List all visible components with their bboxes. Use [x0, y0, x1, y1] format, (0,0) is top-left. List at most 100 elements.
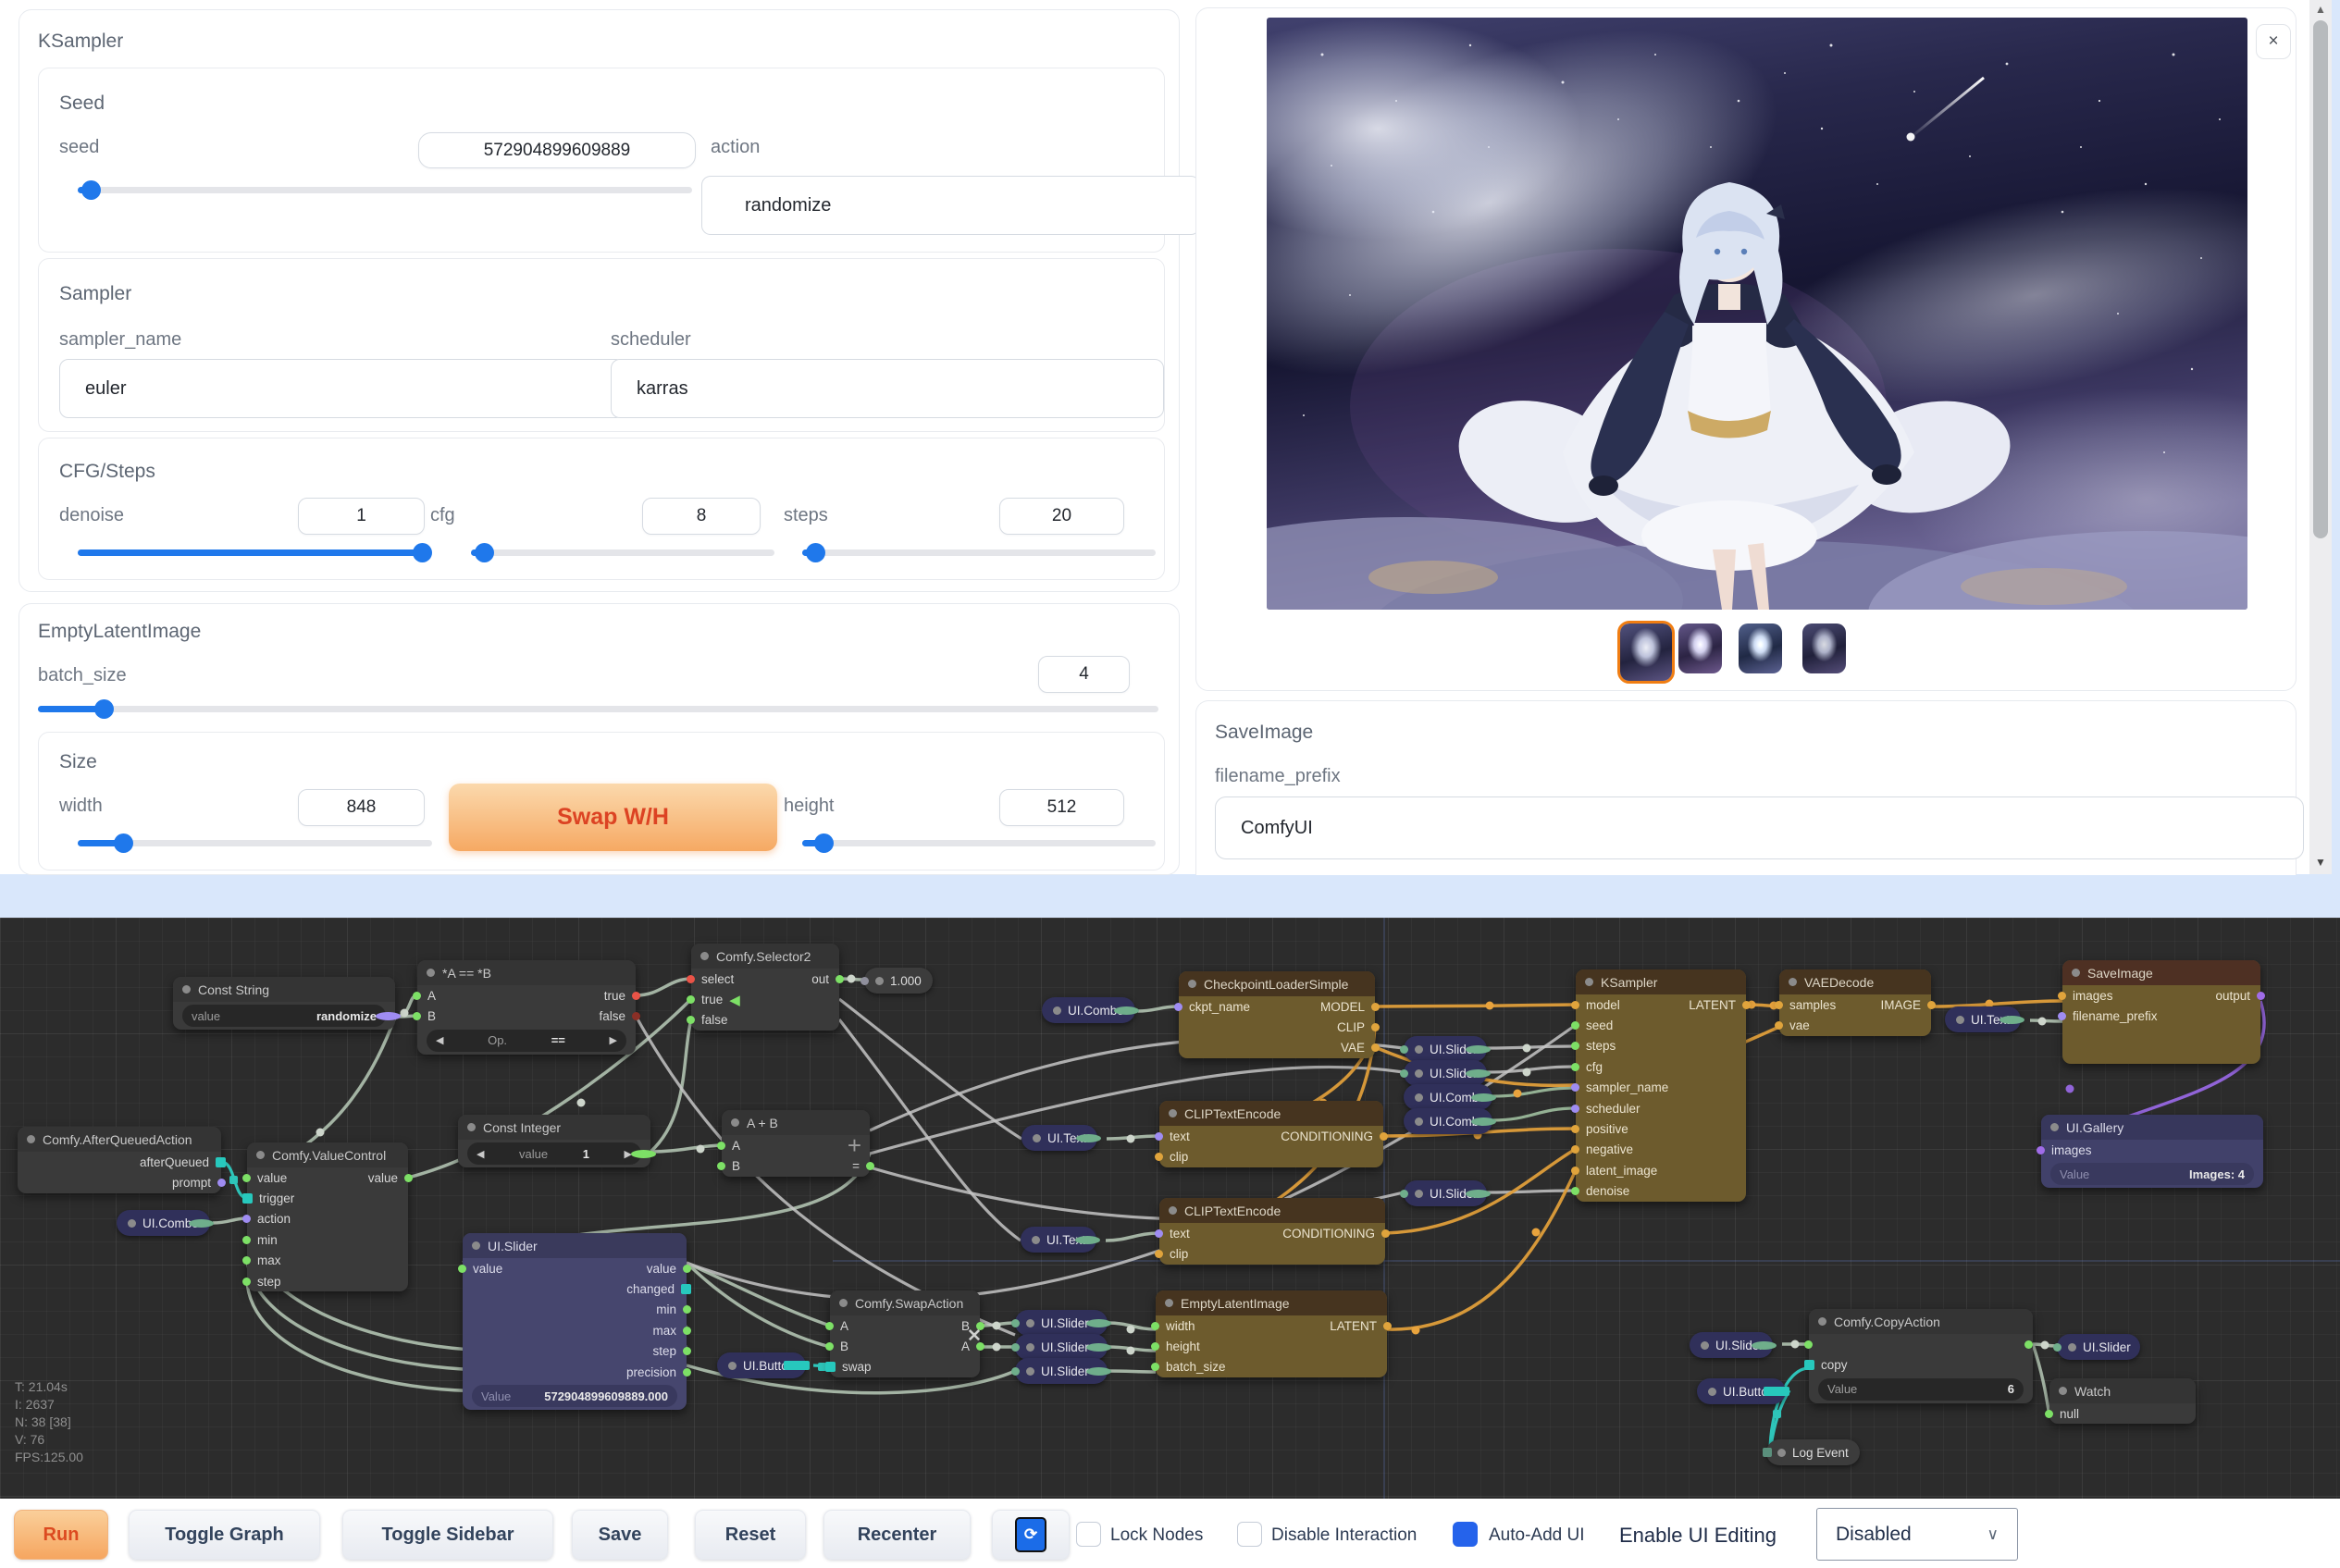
collapse-dot-icon[interactable]: [1818, 1317, 1826, 1326]
node-compare[interactable]: *A == *B Atrue Bfalse ◀Op.==▶: [417, 960, 636, 1055]
node-ui-combo-action[interactable]: UI.Combo: [117, 1210, 210, 1236]
port-in[interactable]: [1400, 1190, 1408, 1198]
preview-image[interactable]: [1267, 18, 2247, 610]
port-in-batch-size[interactable]: [1151, 1363, 1159, 1371]
node-ui-slider-cfg[interactable]: UI.Slider: [1404, 1060, 1487, 1086]
port-in[interactable]: [2053, 1343, 2061, 1352]
port-out-result[interactable]: [866, 1162, 874, 1170]
node-ui-slider-batch[interactable]: UI.Slider: [1015, 1358, 1108, 1384]
node-const-out[interactable]: 1.000: [864, 968, 933, 994]
port-in-text[interactable]: [1155, 1132, 1163, 1141]
toggle-sidebar-button[interactable]: Toggle Sidebar: [342, 1510, 553, 1560]
port-in-cfg[interactable]: [1571, 1063, 1579, 1071]
collapse-dot-icon[interactable]: [1169, 1206, 1177, 1215]
batch-size-slider[interactable]: [38, 706, 1158, 712]
port-in-step[interactable]: [242, 1278, 251, 1286]
port-in-width[interactable]: [1151, 1322, 1159, 1330]
port-in-a[interactable]: [825, 1322, 834, 1330]
port-in[interactable]: [1011, 1319, 1020, 1327]
port-in-swap[interactable]: [825, 1362, 836, 1372]
op-widget[interactable]: ◀Op.==▶: [427, 1030, 626, 1052]
scroll-down-icon[interactable]: ▼: [2312, 856, 2329, 869]
port-in-samples[interactable]: [1775, 1001, 1783, 1009]
port-out[interactable]: [836, 975, 844, 983]
node-ui-button-copy[interactable]: UI.Button: [1697, 1378, 1786, 1404]
collapse-dot-icon[interactable]: [2050, 1123, 2059, 1131]
port-in[interactable]: [860, 977, 869, 985]
height-slider-thumb[interactable]: [814, 833, 834, 853]
port-in-positive[interactable]: [1571, 1125, 1579, 1133]
width-slider[interactable]: [78, 840, 432, 846]
port-out-prompt[interactable]: [217, 1179, 226, 1187]
node-ui-slider-denoise[interactable]: UI.Slider: [1404, 1180, 1487, 1206]
steps-slider-thumb[interactable]: [806, 543, 825, 562]
steps-input[interactable]: 20: [999, 498, 1124, 535]
node-ui-text-filename[interactable]: UI.Text: [1945, 1006, 2021, 1032]
port-in-a[interactable]: [413, 992, 421, 1000]
port-out[interactable]: [1075, 1236, 1100, 1244]
seed-slider-thumb[interactable]: [81, 180, 101, 200]
auto-add-ui-checkbox[interactable]: [1453, 1522, 1478, 1547]
port-in-true[interactable]: [687, 995, 695, 1004]
collapse-dot-icon[interactable]: [1169, 1109, 1177, 1117]
randomize-button[interactable]: randomize: [701, 176, 1200, 235]
op-next-icon[interactable]: ▶: [610, 1034, 617, 1046]
port-in-scheduler[interactable]: [1571, 1105, 1579, 1113]
sampler-name-input[interactable]: euler: [59, 359, 625, 418]
port-in-value[interactable]: [242, 1174, 251, 1182]
node-ui-combo-ckpt[interactable]: UI.Combo: [1042, 997, 1135, 1023]
collapse-dot-icon[interactable]: [731, 1118, 739, 1127]
port-out-value[interactable]: [376, 1012, 401, 1020]
node-ui-slider-width[interactable]: UI.Slider: [1015, 1310, 1108, 1336]
node-save-image[interactable]: SaveImage imagesoutput filename_prefix: [2062, 960, 2260, 1064]
port-in-ckpt-name[interactable]: [1174, 1003, 1182, 1011]
thumbnail-4[interactable]: [1802, 623, 1846, 673]
seed-input[interactable]: 572904899609889: [418, 132, 696, 168]
collapse-dot-icon[interactable]: [1789, 978, 1797, 986]
node-ui-slider-height[interactable]: UI.Slider: [1015, 1334, 1108, 1360]
port-out-conditioning[interactable]: [1380, 1132, 1388, 1141]
port-out-afterqueued[interactable]: [216, 1157, 226, 1167]
port-out[interactable]: [1764, 1387, 1789, 1396]
node-ui-text-positive[interactable]: UI.Text: [1021, 1125, 1097, 1151]
disable-interaction-checkbox[interactable]: [1237, 1522, 1262, 1547]
node-checkpoint-loader[interactable]: CheckpointLoaderSimple ckpt_nameMODEL CL…: [1179, 971, 1375, 1058]
port-out[interactable]: [1471, 1117, 1496, 1126]
batch-size-input[interactable]: 4: [1038, 656, 1130, 693]
node-log-event[interactable]: Log Event: [1766, 1439, 1860, 1465]
node-graph-canvas[interactable]: Const String valuerandomize *A == *B Atr…: [0, 918, 2340, 1499]
port-in-denoise[interactable]: [1571, 1187, 1579, 1195]
node-ui-text-negative[interactable]: UI.Text: [1021, 1227, 1096, 1253]
port-out-value[interactable]: [404, 1174, 413, 1182]
width-slider-thumb[interactable]: [114, 833, 133, 853]
port-in-min[interactable]: [242, 1236, 251, 1244]
node-value-control[interactable]: Comfy.ValueControl valuevalue trigger ac…: [247, 1142, 408, 1291]
node-clip-text-encode-negative[interactable]: CLIPTextEncode textCONDITIONING clip: [1159, 1198, 1385, 1265]
port-out-false[interactable]: [632, 1012, 640, 1020]
port-out-value[interactable]: [2024, 1340, 2033, 1349]
denoise-slider-thumb[interactable]: [413, 543, 432, 562]
port-in[interactable]: [1011, 1367, 1020, 1376]
port-in[interactable]: [1400, 1069, 1408, 1078]
port-in-value[interactable]: [1804, 1340, 1813, 1349]
port-in-filename-prefix[interactable]: [2058, 1012, 2066, 1020]
thumbnail-3[interactable]: [1739, 623, 1782, 673]
collapse-dot-icon[interactable]: [2059, 1387, 2067, 1395]
port-out-conditioning[interactable]: [1381, 1229, 1390, 1238]
port-in-null[interactable]: [2045, 1410, 2053, 1418]
port-out-latent[interactable]: [1383, 1322, 1392, 1330]
toggle-graph-button[interactable]: Toggle Graph: [129, 1510, 320, 1560]
reset-button[interactable]: Reset: [695, 1510, 806, 1560]
port-in-action[interactable]: [242, 1215, 251, 1223]
port-out-output[interactable]: [2257, 992, 2265, 1000]
node-empty-latent-image[interactable]: EmptyLatentImage widthLATENT height batc…: [1156, 1290, 1387, 1377]
port-out[interactable]: [1466, 1069, 1491, 1078]
port-in-clip[interactable]: [1155, 1250, 1163, 1258]
ui-editing-dropdown[interactable]: Disabled ∨: [1816, 1508, 2018, 1561]
port-out[interactable]: [1466, 1190, 1491, 1198]
port-in-clip[interactable]: [1155, 1153, 1163, 1161]
port-in-b[interactable]: [413, 1012, 421, 1020]
save-button[interactable]: Save: [572, 1510, 668, 1560]
node-ui-slider-steps[interactable]: UI.Slider: [1404, 1036, 1487, 1062]
port-in-select[interactable]: [687, 975, 695, 983]
